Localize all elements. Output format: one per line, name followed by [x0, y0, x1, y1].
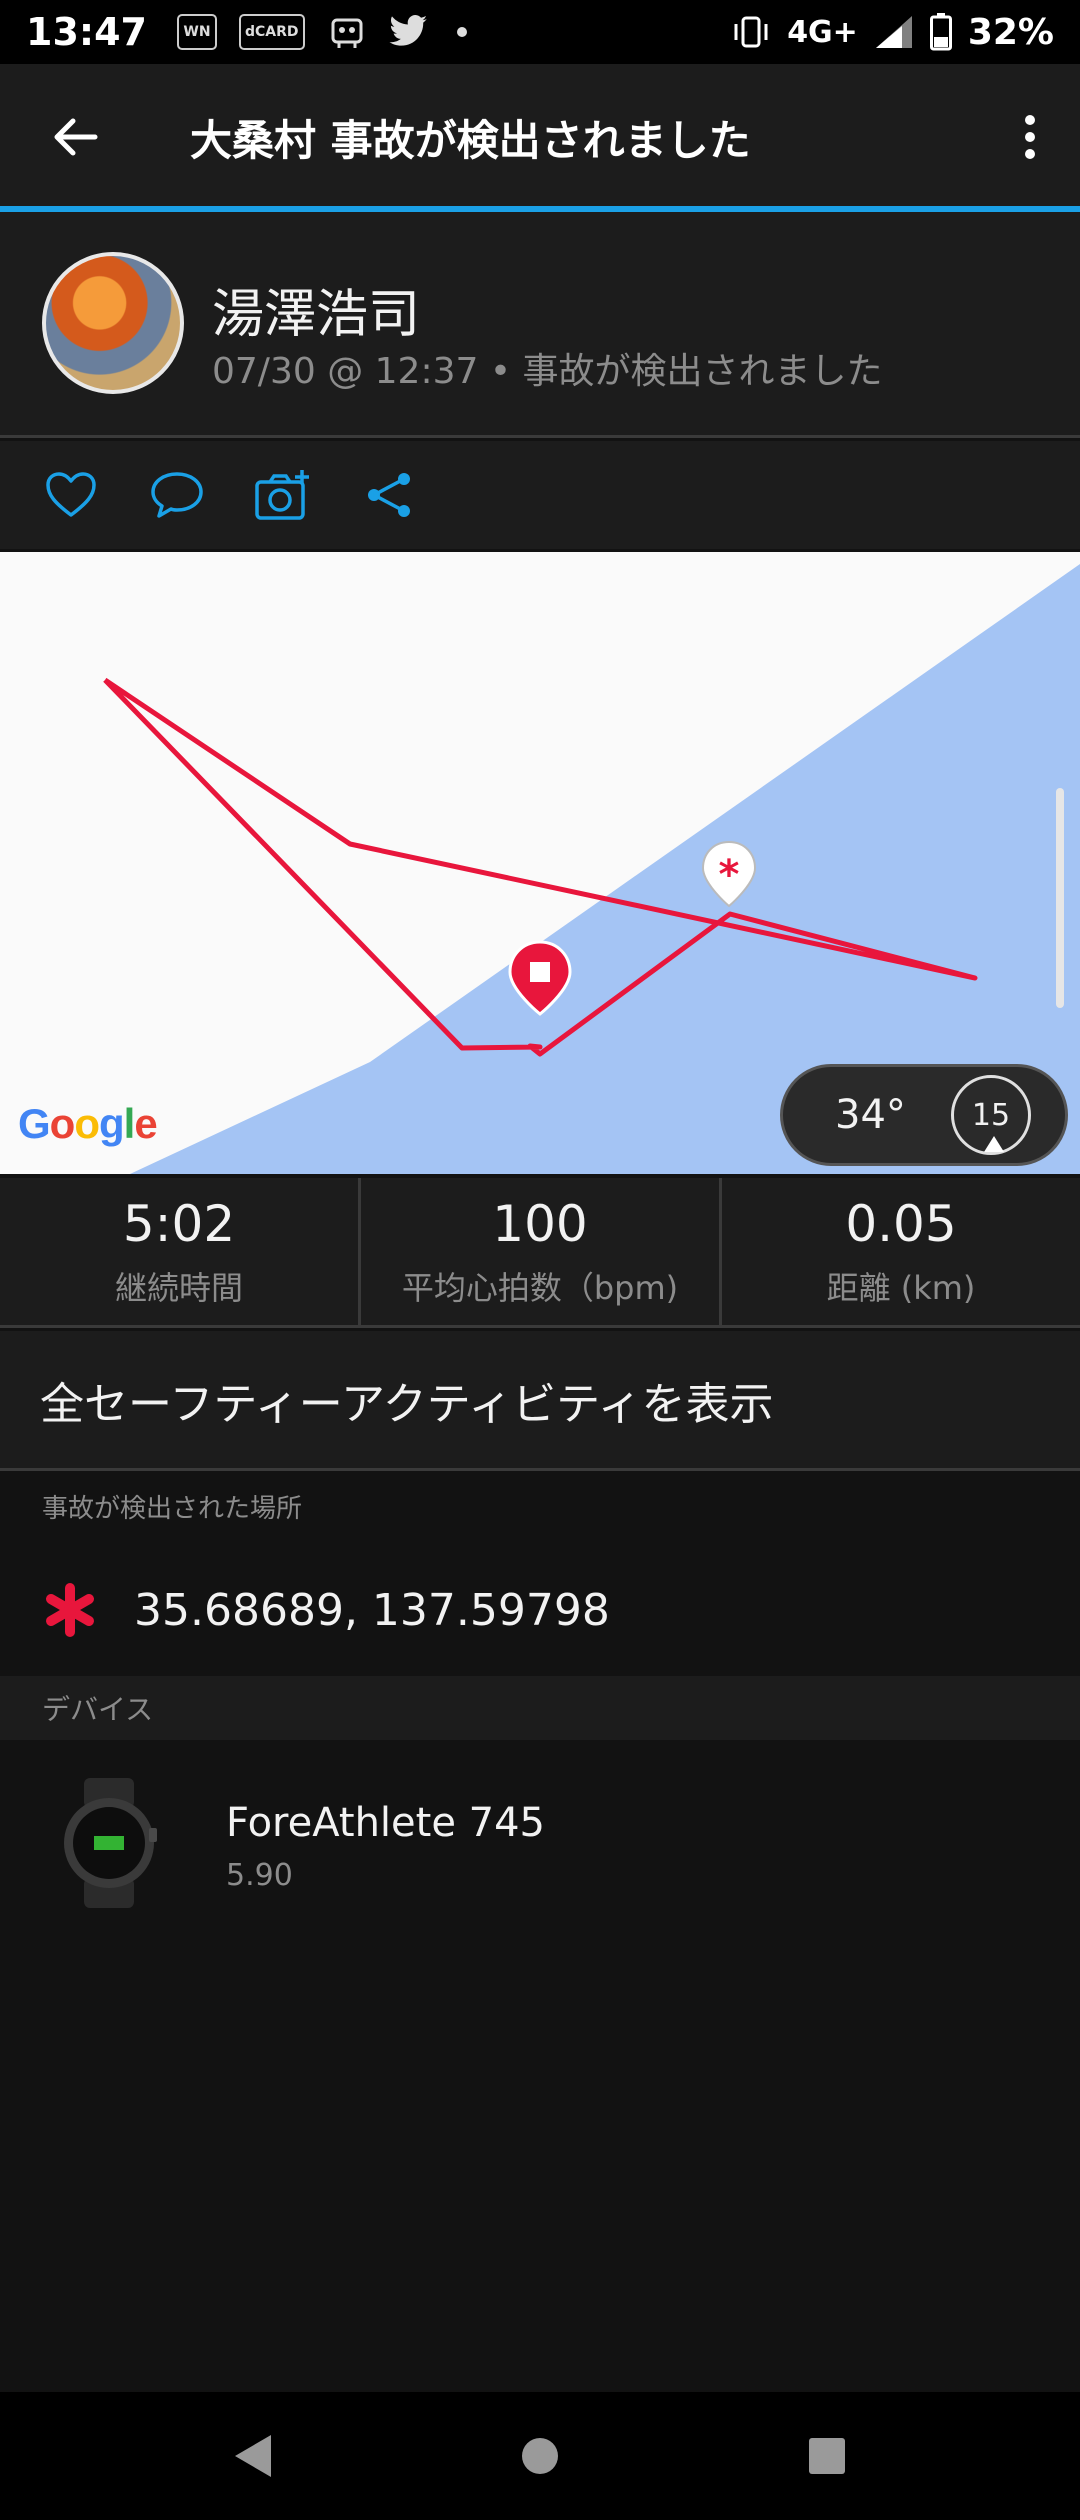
- device-section-label: デバイス: [0, 1676, 1080, 1740]
- temperature: 34°: [835, 1092, 906, 1138]
- incident-asterisk-icon: *: [719, 852, 740, 898]
- twitter-icon: [388, 15, 427, 46]
- nav-recents-icon: [808, 2438, 845, 2474]
- status-bar: 13:47 WN dCARD 4G+ 32%: [0, 0, 1080, 64]
- dcard-app-icon: dCARD: [238, 14, 305, 50]
- stat-label: 距離 (km): [826, 1268, 976, 1307]
- battery-icon: [929, 13, 952, 51]
- device-row[interactable]: ForeAthlete 745 5.90: [0, 1748, 1080, 1928]
- stat-value: 0.05: [845, 1194, 957, 1253]
- nav-home-button[interactable]: [510, 2426, 570, 2486]
- route-map[interactable]: * Google 34° 15: [0, 552, 1080, 1174]
- page-title: 大桑村 事故が検出されました: [190, 115, 751, 165]
- view-all-safety-activities-button[interactable]: 全セーフティーアクティビティを表示: [0, 1331, 1080, 1471]
- system-status: 4G+ 32%: [731, 12, 1054, 53]
- signal-icon: [875, 16, 912, 48]
- google-logo-letter: o: [74, 1100, 100, 1147]
- more-options-button[interactable]: [980, 64, 1080, 210]
- wind-speed: 15: [971, 1097, 1011, 1133]
- activity-header: 湯澤浩司 07/30 @ 12:37 • 事故が検出されました: [0, 212, 1080, 438]
- weather-widget: 34° 15: [780, 1064, 1068, 1166]
- stat-value: 100: [492, 1194, 588, 1253]
- nav-back-icon: [235, 2435, 272, 2477]
- status-time: 13:47: [26, 10, 147, 54]
- location-section-label: 事故が検出された場所: [42, 1494, 303, 1524]
- like-button[interactable]: [42, 466, 100, 524]
- map-scrollbar[interactable]: [1056, 788, 1064, 1008]
- back-button[interactable]: [0, 64, 150, 210]
- google-logo-letter: e: [134, 1100, 157, 1147]
- wind-compass-icon: 15: [951, 1075, 1031, 1155]
- stat-label: 平均心拍数（bpm): [401, 1268, 679, 1307]
- stop-marker-icon: [530, 962, 550, 982]
- more-notifications-dot: [456, 27, 467, 37]
- back-arrow-icon: [54, 118, 98, 156]
- google-logo-letter: G: [18, 1100, 51, 1147]
- nav-home-icon: [521, 2438, 558, 2474]
- stat-heart-rate: 100 平均心拍数（bpm): [361, 1178, 722, 1325]
- location-coordinates: 35.68689, 137.59798: [134, 1584, 610, 1636]
- google-logo-letter: g: [98, 1100, 125, 1147]
- share-icon: [368, 473, 410, 517]
- google-logo-letter: l: [123, 1100, 136, 1147]
- wind-direction-arrow: [984, 1136, 1004, 1152]
- network-type: 4G+: [787, 14, 858, 50]
- wn-app-icon: WN: [176, 14, 217, 50]
- app-bar: 大桑村 事故が検出されました: [0, 64, 1080, 210]
- google-logo-letter: o: [49, 1100, 76, 1147]
- avatar[interactable]: [42, 252, 184, 394]
- stat-duration: 5:02 継続時間: [0, 1178, 361, 1325]
- incident-asterisk-icon: [46, 1583, 94, 1637]
- more-vert-icon: [1025, 115, 1035, 159]
- add-photo-icon: [255, 470, 309, 520]
- nav-recents-button[interactable]: [797, 2426, 857, 2486]
- share-button[interactable]: [360, 466, 418, 524]
- stat-distance: 0.05 距離 (km): [722, 1178, 1080, 1325]
- vibrate-icon: [734, 16, 768, 48]
- action-bar: [0, 441, 1080, 549]
- robot-app-icon: [331, 18, 363, 48]
- stats-row: 5:02 継続時間 100 平均心拍数（bpm) 0.05 距離 (km): [0, 1178, 1080, 1328]
- heart-icon: [46, 472, 96, 517]
- battery-percent: 32%: [967, 11, 1054, 53]
- stat-label: 継続時間: [114, 1268, 243, 1307]
- system-nav-bar: [0, 2392, 1080, 2520]
- google-logo: Google: [18, 1100, 158, 1148]
- add-photo-button[interactable]: [254, 466, 312, 524]
- device-name: ForeAthlete 745: [226, 1800, 546, 1846]
- nav-back-button[interactable]: [223, 2426, 283, 2486]
- device-version: 5.90: [226, 1858, 293, 1893]
- user-name: 湯澤浩司: [212, 285, 421, 345]
- comment-icon: [151, 472, 203, 518]
- comment-button[interactable]: [148, 466, 206, 524]
- activity-subtitle: 07/30 @ 12:37 • 事故が検出されました: [212, 351, 883, 392]
- stat-value: 5:02: [122, 1194, 236, 1253]
- notification-icons: WN dCARD: [176, 14, 467, 50]
- incident-location-row[interactable]: 35.68689, 137.59798: [0, 1540, 1080, 1680]
- watch-image: [64, 1778, 157, 1908]
